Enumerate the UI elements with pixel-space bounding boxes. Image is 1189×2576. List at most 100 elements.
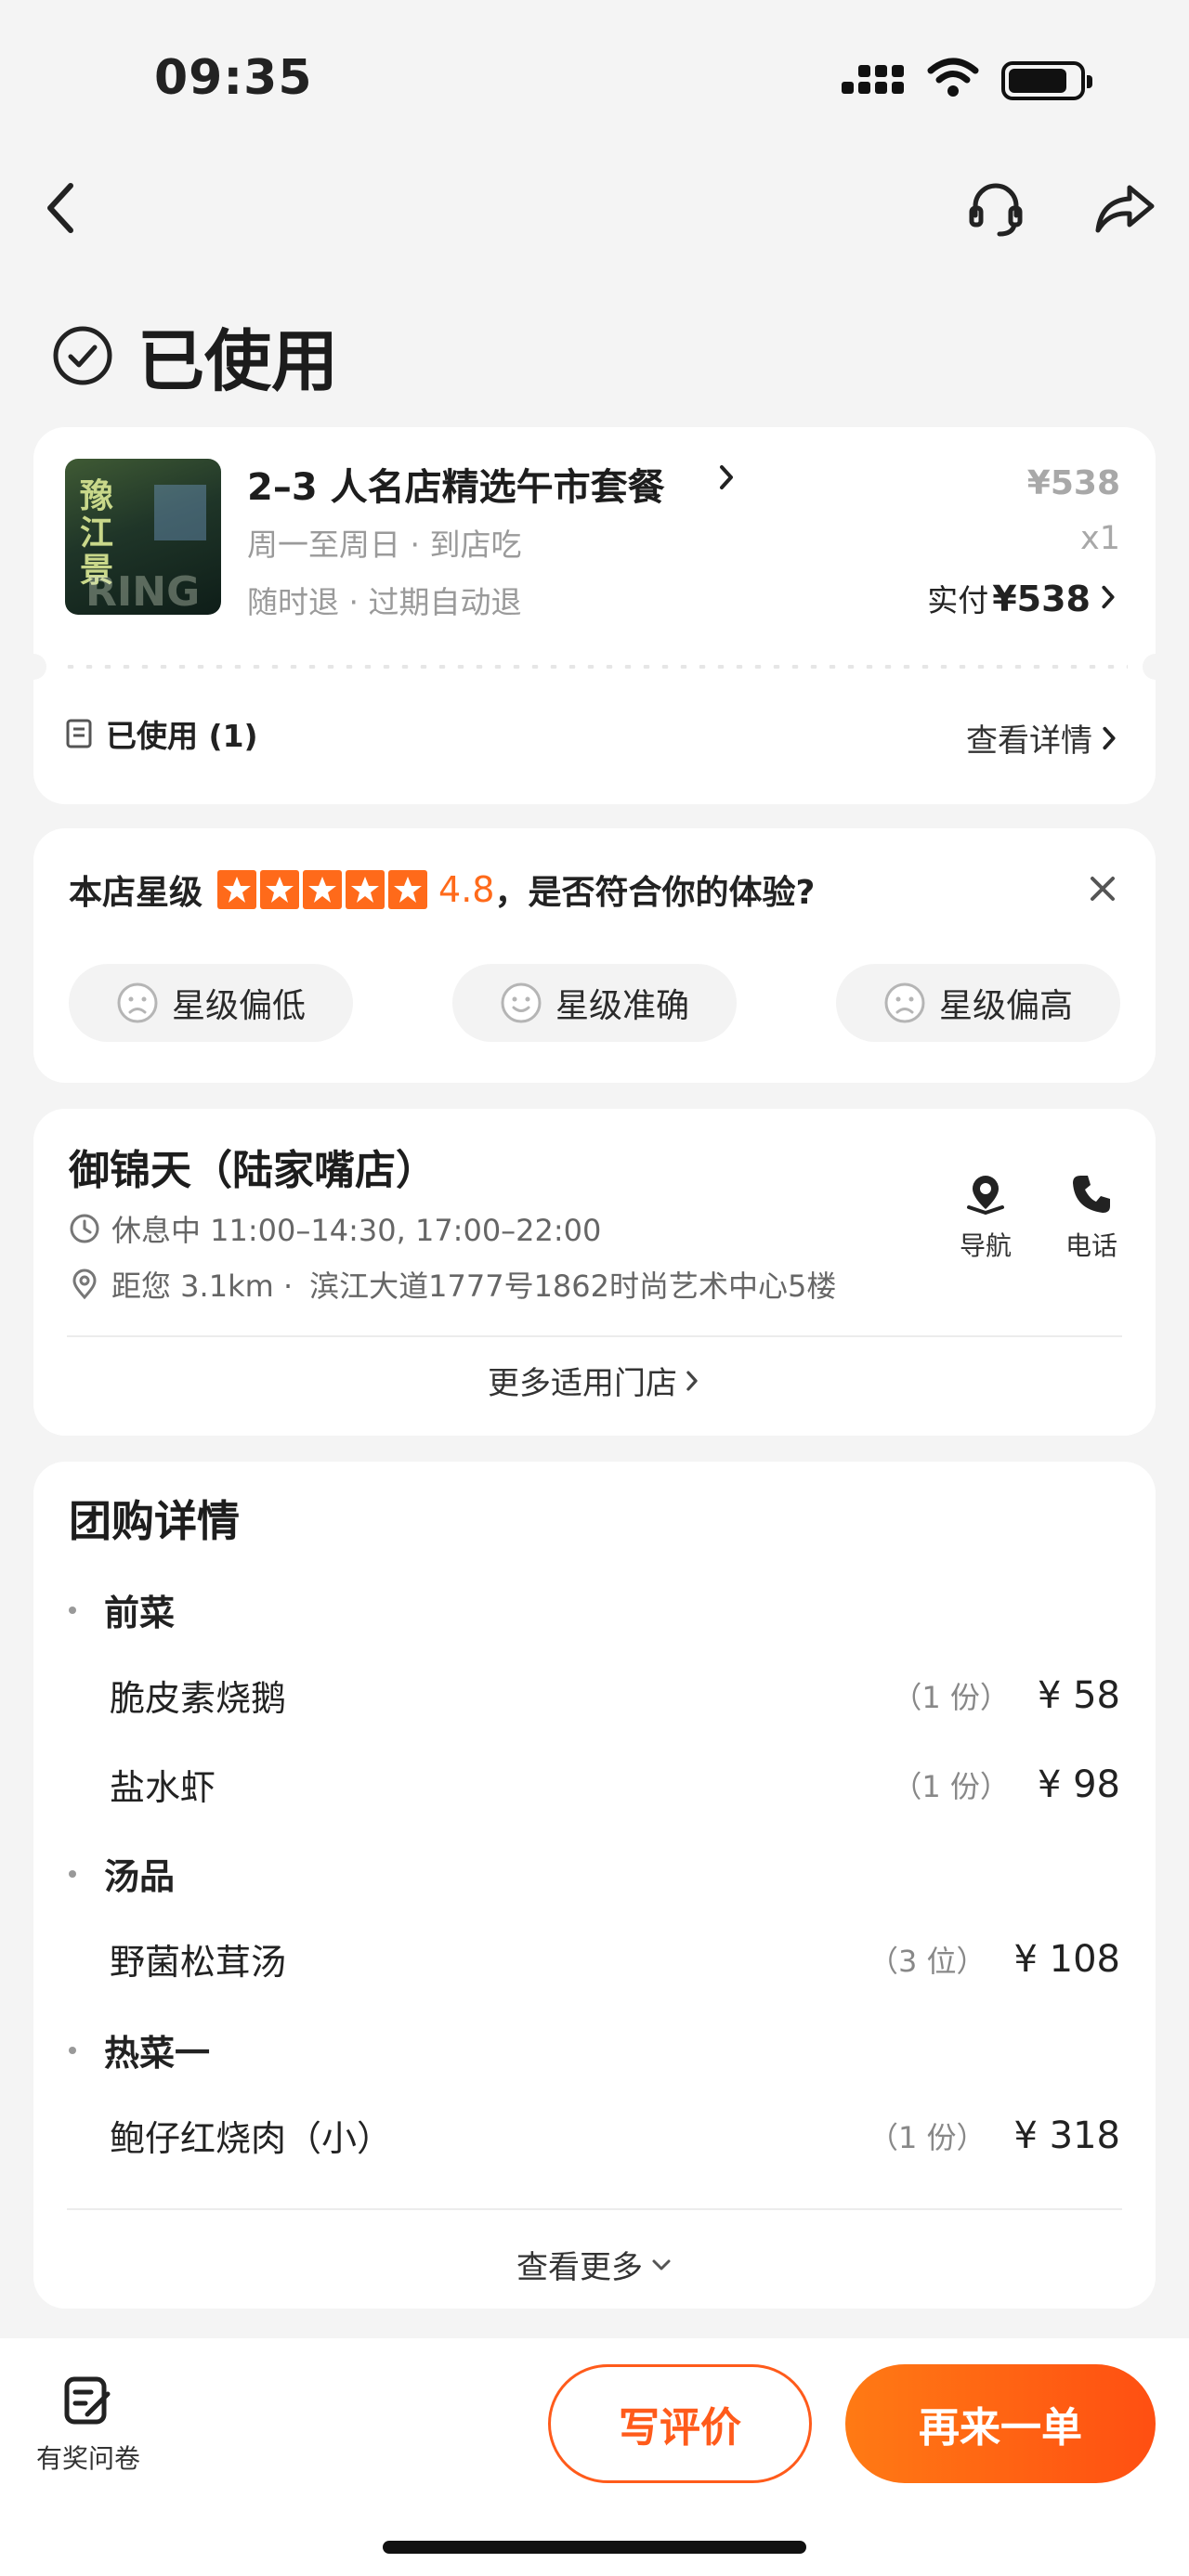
customer-service-icon[interactable] xyxy=(966,178,1026,238)
menu-item-name: 盐水虾 xyxy=(110,1767,216,1808)
order-status-title: 已使用 xyxy=(137,322,339,400)
store-distance: 距您 3.1km · xyxy=(111,1268,294,1304)
view-details-link[interactable]: 查看详情 xyxy=(966,715,1120,761)
cellular-signal-icon xyxy=(842,61,907,98)
navigate-button[interactable]: 导航 xyxy=(944,1172,1027,1263)
menu-item-unit: （1 份） xyxy=(868,2119,986,2155)
store-address[interactable]: 距您 3.1km · 滨江大道1777号1862时尚艺术中心5楼 xyxy=(69,1263,836,1306)
paid-amount-link[interactable]: 实付 ¥538 xyxy=(927,576,1120,620)
star-rating xyxy=(217,870,431,909)
menu-item: 盐水虾 （1 份） ¥ 98 xyxy=(110,1759,1120,1810)
more-stores-label: 更多适用门店 xyxy=(488,1365,677,1402)
battery-icon xyxy=(1001,61,1092,100)
menu-item-price: ¥ 58 xyxy=(1037,1673,1120,1717)
navigation-icon xyxy=(967,1176,1004,1215)
menu-category-label: 热菜一 xyxy=(104,2033,211,2074)
star-icon xyxy=(303,870,343,909)
rating-too-low-label: 星级偏低 xyxy=(171,987,306,1025)
back-icon[interactable] xyxy=(41,178,78,238)
menu-item: 野菌松茸汤 （3 位） ¥ 108 xyxy=(110,1933,1120,1984)
rating-score: 4.8 xyxy=(438,869,495,910)
star-icon xyxy=(346,870,385,909)
menu-category-label: 前菜 xyxy=(104,1593,176,1633)
menu-item-price: ¥ 108 xyxy=(1013,1937,1120,1981)
used-count-row: 已使用 (1) xyxy=(65,711,258,756)
star-icon xyxy=(260,870,300,909)
menu-item-price: ¥ 98 xyxy=(1037,1763,1120,1806)
rating-too-high-label: 星级偏高 xyxy=(938,987,1073,1025)
rating-accurate-label: 星级准确 xyxy=(555,987,689,1025)
menu-item: 鲍仔红烧肉（小） （1 份） ¥ 318 xyxy=(110,2110,1120,2161)
menu-item: 脆皮素烧鹅 （1 份） ¥ 58 xyxy=(110,1670,1120,1721)
menu-item-name: 脆皮素烧鹅 xyxy=(110,1678,287,1719)
deal-details-title: 团购详情 xyxy=(69,1496,240,1546)
chevron-right-icon xyxy=(720,465,733,489)
paid-label: 实付 xyxy=(927,582,989,618)
see-more-label: 查看更多 xyxy=(516,2249,643,2286)
product-refund-info: 随时退 · 过期自动退 xyxy=(247,584,522,620)
product-usage-info: 周一至周日 · 到店吃 xyxy=(247,527,522,563)
deal-divider xyxy=(67,2208,1122,2210)
ticket-notch-right xyxy=(1143,654,1169,680)
chevron-down-icon xyxy=(652,2259,671,2270)
check-circle-icon xyxy=(53,326,112,384)
share-icon[interactable] xyxy=(1094,182,1156,234)
store-divider xyxy=(67,1335,1122,1337)
menu-category: 前菜 xyxy=(69,1584,175,1635)
navigate-label: 导航 xyxy=(959,1230,1012,1261)
store-card: 御锦天（陆家嘴店） 休息中 11:00–14:30, 17:00–22:00 距… xyxy=(33,1109,1156,1436)
call-button[interactable]: 电话 xyxy=(1050,1172,1133,1263)
quantity: x1 xyxy=(1080,520,1120,557)
thumbnail-overlay-text: RING xyxy=(85,568,201,615)
sad-face-icon xyxy=(884,982,925,1023)
chevron-right-icon xyxy=(686,1370,698,1391)
rating-too-low-button[interactable]: 星级偏低 xyxy=(69,964,353,1042)
rating-too-high-button[interactable]: 星级偏高 xyxy=(836,964,1120,1042)
menu-item-price: ¥ 318 xyxy=(1013,2114,1120,2157)
menu-category: 汤品 xyxy=(69,1848,175,1899)
view-details-label: 查看详情 xyxy=(966,722,1092,760)
survey-edit-icon xyxy=(64,2376,111,2425)
smile-face-icon xyxy=(501,982,542,1023)
order-status: 已使用 xyxy=(52,306,338,404)
rating-question: ，是否符合你的体验? xyxy=(494,874,816,912)
store-name[interactable]: 御锦天（陆家嘴店） xyxy=(69,1137,437,1196)
store-address-text: 滨江大道1777号1862时尚艺术中心5楼 xyxy=(309,1268,837,1304)
menu-item-name: 鲍仔红烧肉（小） xyxy=(110,2118,393,2159)
chevron-right-icon xyxy=(1103,726,1116,749)
more-stores-link[interactable]: 更多适用门店 xyxy=(33,1358,1156,1403)
close-icon[interactable] xyxy=(1089,875,1117,903)
ticket-divider xyxy=(33,659,1156,674)
product-card: 豫江景 RING 2–3 人名店精选午市套餐 周一至周日 · 到店吃 随时退 ·… xyxy=(20,427,1169,804)
wifi-icon xyxy=(927,58,979,97)
paid-amount: ¥538 xyxy=(992,579,1091,619)
see-more-button[interactable]: 查看更多 xyxy=(33,2242,1156,2287)
rating-prefix: 本店星级 xyxy=(69,874,203,912)
original-price: ¥538 xyxy=(1026,464,1120,502)
menu-item-unit: （1 份） xyxy=(892,1679,1010,1715)
clock-icon xyxy=(70,1214,99,1243)
star-icon xyxy=(388,870,428,909)
rating-feedback-card: 本店星级 4.8 ，是否符合你的体验? 星级偏低 星级准确 星级偏高 xyxy=(33,828,1156,1083)
reorder-button[interactable]: 再来一单 xyxy=(845,2364,1156,2483)
voucher-icon xyxy=(66,719,92,748)
store-hours: 休息中 11:00–14:30, 17:00–22:00 xyxy=(69,1207,601,1250)
write-review-button[interactable]: 写评价 xyxy=(548,2364,812,2483)
product-thumbnail[interactable]: 豫江景 RING xyxy=(65,459,221,615)
ticket-notch-left xyxy=(20,654,46,680)
menu-category-label: 汤品 xyxy=(104,1856,176,1897)
menu-item-unit: （1 份） xyxy=(892,1768,1010,1804)
menu-item-unit: （3 位） xyxy=(868,1943,986,1979)
used-count-label: 已使用 (1) xyxy=(106,718,258,754)
status-time: 09:35 xyxy=(154,50,313,106)
sad-face-icon xyxy=(117,982,158,1023)
product-name[interactable]: 2–3 人名店精选午市套餐 xyxy=(247,457,665,511)
menu-category: 热菜一 xyxy=(69,2024,210,2075)
star-icon xyxy=(217,870,257,909)
survey-button[interactable]: 有奖问卷 xyxy=(28,2375,149,2476)
bottom-action-bar: 有奖问卷 写评价 再来一单 xyxy=(0,2338,1189,2576)
rating-accurate-button[interactable]: 星级准确 xyxy=(452,964,737,1042)
survey-label: 有奖问卷 xyxy=(35,2443,140,2474)
home-indicator xyxy=(383,2541,806,2554)
call-label: 电话 xyxy=(1065,1230,1117,1261)
